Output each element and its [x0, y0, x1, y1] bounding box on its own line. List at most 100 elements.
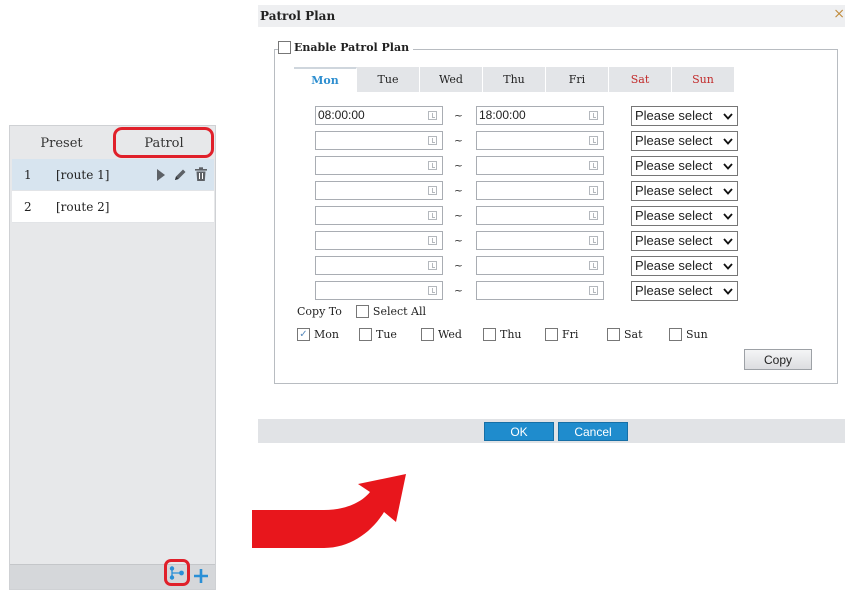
- tab-sat[interactable]: Sat: [609, 67, 672, 92]
- start-time-input[interactable]: [315, 206, 443, 225]
- copy-day-checkbox[interactable]: [421, 328, 434, 341]
- chevron-down-icon: [723, 112, 733, 120]
- select-all-label: Select All: [372, 305, 427, 318]
- clock-icon[interactable]: [428, 286, 437, 295]
- start-time-input[interactable]: [315, 281, 443, 300]
- start-time-input[interactable]: [315, 131, 443, 150]
- dialog-footer: OK Cancel: [258, 419, 845, 443]
- tab-fri[interactable]: Fri: [546, 67, 609, 92]
- clock-icon[interactable]: [428, 136, 437, 145]
- copy-day-label: Sat: [624, 328, 643, 341]
- tab-tue[interactable]: Tue: [357, 67, 420, 92]
- copy-day-checkbox[interactable]: [669, 328, 682, 341]
- panel-bottom-bar: [10, 559, 215, 589]
- trash-icon[interactable]: [194, 167, 208, 182]
- copy-day-checkbox[interactable]: [607, 328, 620, 341]
- end-time-input[interactable]: [476, 281, 604, 300]
- patrol-route-button[interactable]: [164, 559, 190, 586]
- time-row: ~ Please select: [315, 128, 738, 153]
- copy-day-sat[interactable]: Sat: [607, 328, 669, 341]
- route-index: 1: [24, 167, 32, 182]
- end-time-input[interactable]: [476, 231, 604, 250]
- start-time-input[interactable]: [315, 181, 443, 200]
- copy-day-checkbox[interactable]: [483, 328, 496, 341]
- route-select[interactable]: Please select: [631, 205, 738, 226]
- copy-day-checkbox[interactable]: [359, 328, 372, 341]
- route-select[interactable]: Please select: [631, 230, 738, 251]
- route-select[interactable]: Please select: [631, 180, 738, 201]
- clock-icon[interactable]: [428, 161, 437, 170]
- copy-day-sun[interactable]: Sun: [669, 328, 731, 341]
- route-index: 2: [24, 199, 32, 214]
- clock-icon[interactable]: [428, 186, 437, 195]
- clock-icon[interactable]: [589, 261, 598, 270]
- close-icon[interactable]: ×: [833, 6, 845, 22]
- time-separator: ~: [453, 159, 464, 172]
- copy-day-tue[interactable]: Tue: [359, 328, 421, 341]
- route-name: [route 1]: [56, 167, 110, 182]
- route-select-value: Please select: [635, 157, 713, 173]
- copy-days: ✓ Mon Tue Wed Thu Fri Sat Sun: [297, 328, 731, 341]
- end-time-input[interactable]: [476, 181, 604, 200]
- clock-icon[interactable]: [589, 186, 598, 195]
- route-select[interactable]: Please select: [631, 255, 738, 276]
- pencil-icon[interactable]: [173, 168, 187, 182]
- clock-icon[interactable]: [589, 136, 598, 145]
- tab-mon[interactable]: Mon: [294, 67, 357, 92]
- start-time-input[interactable]: [315, 256, 443, 275]
- patrol-route-icon: [169, 565, 184, 580]
- enable-patrol-plan-checkbox[interactable]: [278, 41, 291, 54]
- end-time-input[interactable]: [476, 131, 604, 150]
- route-select[interactable]: Please select: [631, 280, 738, 301]
- route-select-value: Please select: [635, 132, 713, 148]
- route-row-2[interactable]: 2 [route 2]: [12, 191, 214, 223]
- route-name: [route 2]: [56, 199, 110, 214]
- copy-day-label: Fri: [562, 328, 579, 341]
- clock-icon[interactable]: [589, 161, 598, 170]
- chevron-down-icon: [723, 262, 733, 270]
- copy-button[interactable]: Copy: [744, 349, 812, 370]
- clock-icon[interactable]: [589, 236, 598, 245]
- route-select[interactable]: Please select: [631, 130, 738, 151]
- end-time-input[interactable]: [476, 156, 604, 175]
- copy-day-thu[interactable]: Thu: [483, 328, 545, 341]
- start-time-input[interactable]: [315, 156, 443, 175]
- copy-day-checkbox[interactable]: [545, 328, 558, 341]
- start-time-input[interactable]: [315, 231, 443, 250]
- clock-icon[interactable]: [428, 236, 437, 245]
- select-all-checkbox[interactable]: [355, 305, 369, 318]
- clock-icon[interactable]: [428, 111, 437, 120]
- play-icon[interactable]: [156, 168, 166, 182]
- time-row: ~ Please select: [315, 153, 738, 178]
- tab-preset[interactable]: Preset: [10, 130, 113, 156]
- route-select[interactable]: Please select: [631, 105, 738, 126]
- dialog-title: Patrol Plan: [260, 9, 336, 23]
- clock-icon[interactable]: [589, 286, 598, 295]
- time-separator: ~: [453, 234, 464, 247]
- tab-wed[interactable]: Wed: [420, 67, 483, 92]
- copy-day-fri[interactable]: Fri: [545, 328, 607, 341]
- day-tabs: Mon Tue Wed Thu Fri Sat Sun: [294, 67, 735, 92]
- start-time-input[interactable]: 08:00:00: [315, 106, 443, 125]
- time-separator: ~: [453, 109, 464, 122]
- route-row-1[interactable]: 1 [route 1]: [12, 159, 214, 191]
- route-select[interactable]: Please select: [631, 155, 738, 176]
- end-time-input[interactable]: [476, 206, 604, 225]
- tab-sun[interactable]: Sun: [672, 67, 735, 92]
- clock-icon[interactable]: [589, 211, 598, 220]
- route-select-value: Please select: [635, 182, 713, 198]
- copy-day-checkbox[interactable]: ✓: [297, 328, 310, 341]
- end-time-input[interactable]: 18:00:00: [476, 106, 604, 125]
- tab-thu[interactable]: Thu: [483, 67, 546, 92]
- copy-day-mon[interactable]: ✓ Mon: [297, 328, 359, 341]
- enable-patrol-plan[interactable]: Enable Patrol Plan: [278, 41, 414, 54]
- plus-icon[interactable]: [192, 567, 210, 585]
- end-time-input[interactable]: [476, 256, 604, 275]
- clock-icon[interactable]: [428, 261, 437, 270]
- cancel-button[interactable]: Cancel: [558, 422, 628, 441]
- clock-icon[interactable]: [428, 211, 437, 220]
- route-actions: [156, 167, 208, 182]
- copy-day-wed[interactable]: Wed: [421, 328, 483, 341]
- ok-button[interactable]: OK: [484, 422, 554, 441]
- clock-icon[interactable]: [589, 111, 598, 120]
